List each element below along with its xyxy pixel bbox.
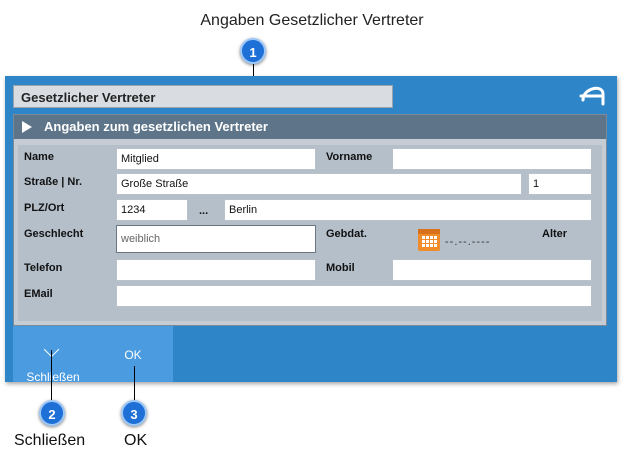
geschlecht-label: Geschlecht xyxy=(24,228,84,240)
plz-lookup-button[interactable]: ... xyxy=(199,205,208,217)
gebdat-label: Gebdat. xyxy=(326,228,367,240)
dialog-window: Gesetzlicher Vertreter Angaben zum geset… xyxy=(5,76,617,384)
vorname-label: Vorname xyxy=(326,151,373,163)
calendar-icon[interactable] xyxy=(418,229,440,251)
callout-badge-2: 2 xyxy=(39,400,65,426)
ok-button-label: OK xyxy=(124,348,142,362)
callout-line-3 xyxy=(134,366,135,402)
hausnummer-field[interactable]: 1 xyxy=(528,173,592,195)
vorname-field[interactable] xyxy=(392,148,592,170)
window-title: Gesetzlicher Vertreter xyxy=(13,85,393,108)
strasse-field[interactable]: Große Straße xyxy=(116,173,522,195)
mobil-label: Mobil xyxy=(326,262,355,274)
close-button[interactable]: Schließen xyxy=(13,326,93,384)
ort-field[interactable]: Berlin xyxy=(224,199,592,221)
name-field[interactable]: Mitglied xyxy=(116,148,316,170)
callout-line-2 xyxy=(51,350,52,402)
callout-badge-1: 1 xyxy=(240,38,266,64)
name-label: Name xyxy=(24,151,54,163)
section-title: Angaben zum gesetzlichen Vertreter xyxy=(44,119,268,134)
callout-label-2: Schließen xyxy=(14,432,86,449)
plz-ort-label: PLZ/Ort xyxy=(24,202,65,214)
strasse-label: Straße | Nr. xyxy=(24,176,83,188)
plz-field[interactable]: 1234 xyxy=(116,199,188,221)
form-panel: Angaben zum gesetzlichen Vertreter Name … xyxy=(13,114,607,326)
form-body: Name Mitglied Vorname Straße | Nr. Große… xyxy=(18,145,602,321)
section-header[interactable]: Angaben zum gesetzlichen Vertreter xyxy=(14,115,606,139)
callout-label-3: OK xyxy=(124,432,148,449)
telefon-label: Telefon xyxy=(24,262,63,274)
telefon-field[interactable] xyxy=(116,259,316,281)
geschlecht-select[interactable]: weiblich xyxy=(116,225,316,253)
email-field[interactable] xyxy=(116,285,592,307)
mobil-field[interactable] xyxy=(392,259,592,281)
gebdat-value[interactable]: --.--.---- xyxy=(445,236,490,248)
callout-title-top: Angaben Gesetzlicher Vertreter xyxy=(200,12,424,29)
alter-label: Alter xyxy=(542,228,568,240)
callout-badge-3: 3 xyxy=(121,400,147,426)
close-button-label: Schließen xyxy=(26,370,80,384)
collapse-triangle-icon[interactable] xyxy=(22,121,32,133)
email-label: EMail xyxy=(24,288,53,300)
ok-button[interactable]: OK xyxy=(93,326,173,382)
app-logo-icon xyxy=(579,86,605,106)
